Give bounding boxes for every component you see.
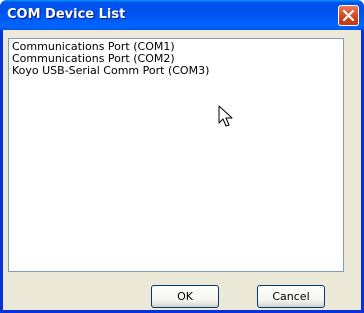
com-device-listbox[interactable]: Communications Port (COM1) Communication… [8,38,344,272]
close-button[interactable] [338,5,359,26]
cancel-button[interactable]: Cancel [257,285,325,308]
window-title: COM Device List [7,7,126,22]
ok-button[interactable]: OK [151,285,219,308]
list-item-com3[interactable]: Koyo USB-Serial Comm Port (COM3) [12,65,340,77]
close-icon [342,9,355,22]
com-device-list-dialog: COM Device List Communications Port (COM… [0,0,364,313]
title-bar[interactable]: COM Device List [0,0,364,30]
